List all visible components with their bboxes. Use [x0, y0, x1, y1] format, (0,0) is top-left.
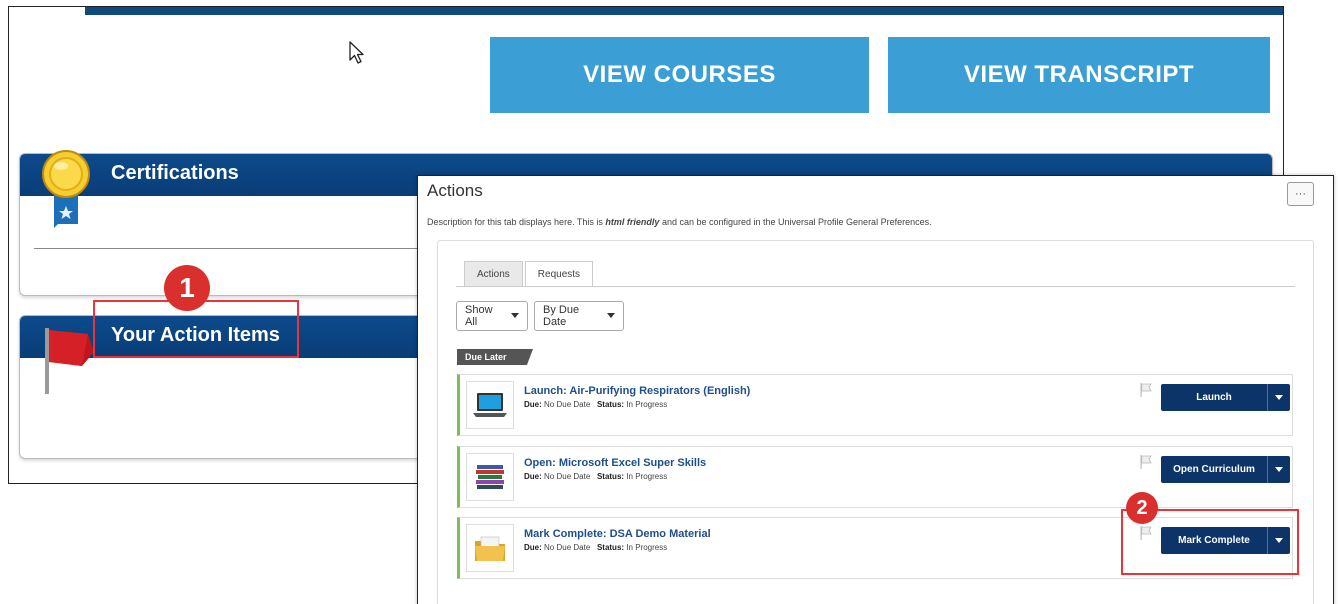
open-curriculum-dropdown-toggle[interactable] [1267, 456, 1290, 483]
tab-underline [456, 286, 1295, 287]
certifications-title: Certifications [111, 162, 239, 184]
due-value: No Due Date [544, 400, 591, 409]
item-meta: Due: No Due Date Status: In Progress [524, 543, 667, 552]
launch-split-button: Launch [1161, 384, 1290, 411]
flag-icon [45, 328, 94, 394]
chevron-down-icon [1275, 395, 1283, 400]
status-value: In Progress [626, 400, 668, 409]
books-icon [466, 453, 514, 501]
due-label: Due: [524, 472, 542, 481]
item-title[interactable]: Launch: Air-Purifying Respirators (Engli… [524, 385, 750, 397]
due-label: Due: [524, 400, 542, 409]
mouse-cursor-icon [349, 41, 364, 64]
view-transcript-button[interactable]: VIEW TRANSCRIPT [888, 37, 1270, 113]
page-title: Actions [427, 181, 483, 200]
tab-actions[interactable]: Actions [464, 261, 523, 287]
list-item: Open: Microsoft Excel Super Skills Due: … [457, 446, 1293, 508]
flag-outline-icon[interactable] [1140, 383, 1152, 397]
tab-description: Description for this tab displays here. … [427, 217, 932, 227]
due-value: No Due Date [544, 472, 591, 481]
item-meta: Due: No Due Date Status: In Progress [524, 472, 667, 481]
item-meta: Due: No Due Date Status: In Progress [524, 400, 667, 409]
laptop-icon [466, 381, 514, 429]
folder-icon [466, 524, 514, 572]
open-curriculum-split-button: Open Curriculum [1161, 456, 1290, 483]
medal-icon [42, 150, 90, 228]
callout-badge-1: 1 [164, 265, 210, 311]
view-courses-button[interactable]: VIEW COURSES [490, 37, 869, 113]
description-text: Description for this tab displays here. … [427, 217, 606, 227]
sort-label: By Due Date [543, 304, 580, 328]
list-item: Launch: Air-Purifying Respirators (Engli… [457, 374, 1293, 436]
due-value: No Due Date [544, 543, 591, 552]
chevron-down-icon [511, 312, 519, 318]
status-label: Status: [596, 400, 625, 409]
chevron-down-icon [607, 312, 615, 318]
description-text-end: and can be configured in the Universal P… [659, 217, 932, 227]
due-label: Due: [524, 543, 542, 552]
status-value: In Progress [626, 472, 668, 481]
top-accent-bar [85, 7, 1283, 15]
tab-requests[interactable]: Requests [524, 261, 594, 287]
open-curriculum-button[interactable]: Open Curriculum [1161, 456, 1267, 483]
group-label: Due Later [457, 349, 533, 365]
status-value: In Progress [626, 543, 668, 552]
show-all-dropdown[interactable]: Show All [456, 301, 528, 331]
tab-bar: Actions Requests [464, 261, 594, 287]
flag-outline-icon[interactable] [1140, 455, 1152, 469]
item-title[interactable]: Mark Complete: DSA Demo Material [524, 528, 711, 540]
launch-dropdown-toggle[interactable] [1267, 384, 1290, 411]
show-all-label: Show All [465, 304, 493, 328]
launch-button[interactable]: Launch [1161, 384, 1267, 411]
sort-dropdown[interactable]: By Due Date [534, 301, 624, 331]
status-label: Status: [596, 543, 625, 552]
more-options-button[interactable]: ··· [1287, 182, 1314, 206]
description-emphasis: html friendly [605, 217, 660, 227]
item-title[interactable]: Open: Microsoft Excel Super Skills [524, 457, 706, 469]
callout-badge-2: 2 [1126, 492, 1158, 524]
chevron-down-icon [1275, 467, 1283, 472]
status-label: Status: [596, 472, 625, 481]
